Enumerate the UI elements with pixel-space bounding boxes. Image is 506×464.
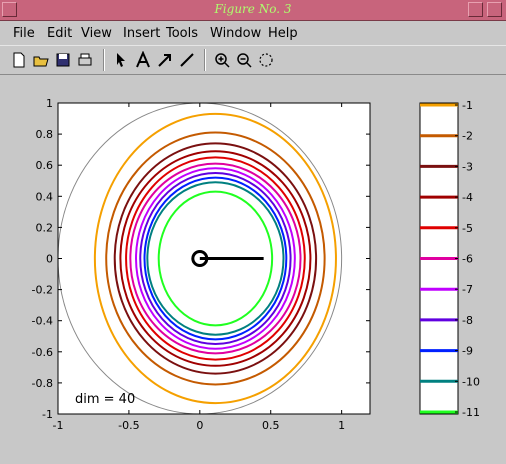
colorbar-label: -11 [462,406,480,419]
colorbar-label: -5 [462,222,473,235]
x-tick-label: 0 [196,419,203,432]
colorbar-label: -3 [462,160,473,173]
pointer-icon[interactable] [112,51,130,69]
y-tick-label: 0.6 [36,159,54,172]
x-tick-label: -1 [53,419,64,432]
menu-insert[interactable]: Insert [123,26,160,41]
y-tick-label: -0.8 [32,377,53,390]
y-tick-label: -0.4 [32,315,53,328]
y-tick-label: 0.4 [36,190,54,203]
zoom-out-icon[interactable] [235,51,253,69]
colorbar-label: -10 [462,375,480,388]
minimize-button[interactable] [468,2,483,17]
y-tick-label: 0 [46,253,53,266]
menu-tools[interactable]: Tools [166,26,198,41]
x-tick-label: 1 [338,419,345,432]
zoom-in-icon[interactable] [213,51,231,69]
y-tick-label: -0.2 [32,284,53,297]
y-tick-label: -0.6 [32,346,53,359]
colorbar-label: -6 [462,253,473,266]
y-tick-label: -1 [42,408,53,421]
arrow-icon[interactable] [156,51,174,69]
dim-annotation: dim = 40 [75,392,135,407]
y-tick-label: 0.2 [36,221,54,234]
maximize-button[interactable] [487,2,502,17]
figure-canvas: -1 -0.5 0 0.5 1 1 0.8 0.6 0.4 0.2 0 -0.2 -0.4 -0.6 -0.… [32,97,480,432]
colorbar-label: -4 [462,191,473,204]
y-tick-label: 0.8 [36,128,54,141]
y-tick-label: 1 [46,97,53,110]
toolbar-separator [204,49,206,71]
x-tick-label: -0.5 [118,419,139,432]
toolbar-separator [103,49,105,71]
colorbar-label: -9 [462,345,473,358]
menu-help[interactable]: Help [268,26,298,41]
menu-window[interactable]: Window [210,26,261,41]
menu-edit[interactable]: Edit [47,26,72,41]
new-icon[interactable] [10,51,28,69]
colorbar-label: -2 [462,130,473,143]
open-icon[interactable] [32,51,50,69]
colorbar-label: -8 [462,314,473,327]
menu-view[interactable]: View [81,26,112,41]
line-icon[interactable] [178,51,196,69]
colorbar-label: -7 [462,283,473,296]
window-title: Figure No. 3 [214,2,292,16]
text-icon[interactable] [134,51,152,69]
rotate-icon[interactable] [257,51,275,69]
print-icon[interactable] [76,51,94,69]
menu-file[interactable]: File [13,26,35,41]
menu-bar: File Edit View Insert Tools Window Help [0,21,506,45]
title-bar: Figure No. 3 [0,0,506,21]
save-icon[interactable] [54,51,72,69]
colorbar-label: -1 [462,99,473,112]
x-tick-label: 0.5 [262,419,280,432]
toolbar [0,45,506,75]
